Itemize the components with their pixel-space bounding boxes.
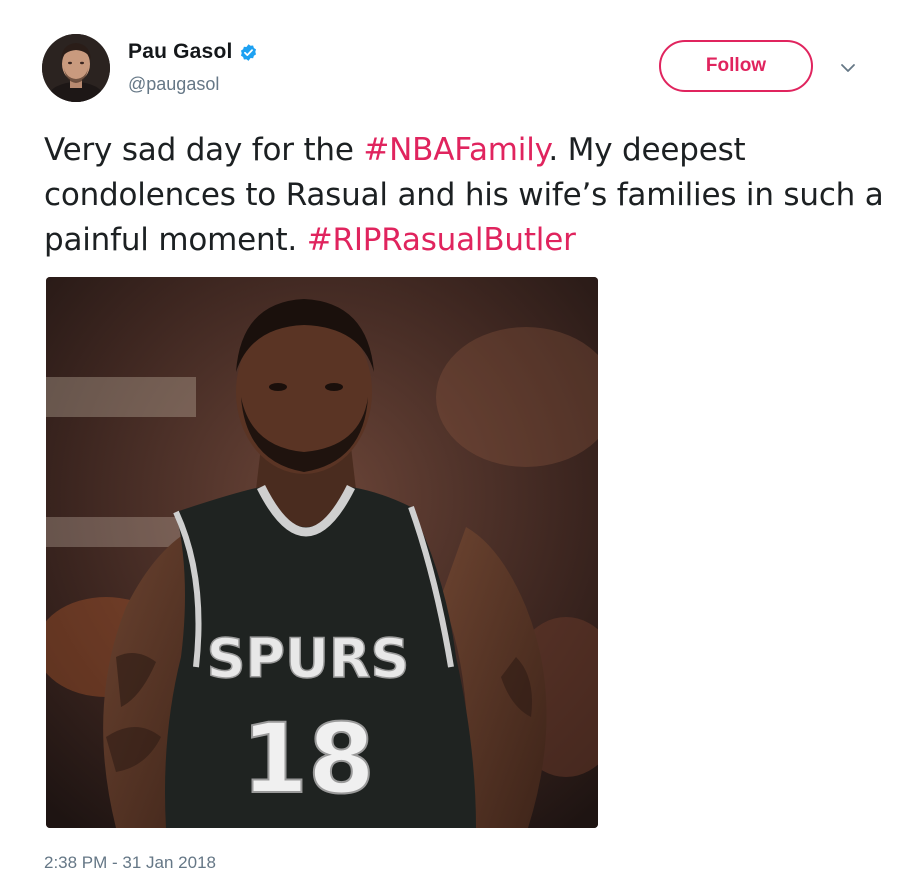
tweet-media-image[interactable]: SPURS 18 (46, 277, 598, 828)
verified-badge-icon (239, 43, 258, 62)
author-name-row[interactable]: Pau Gasol (128, 40, 258, 64)
tweet-text-segment: Very sad day for the (44, 132, 364, 168)
tweet-timestamp[interactable]: 2:38 PM - 31 Jan 2018 (44, 853, 216, 873)
avatar[interactable] (42, 34, 110, 102)
hashtag-link[interactable]: #NBAFamily (363, 132, 548, 168)
follow-button[interactable]: Follow (659, 40, 813, 92)
jersey-number-text: 18 (241, 703, 375, 815)
tweet-card: Pau Gasol @paugasol Follow Very sad day … (0, 0, 920, 887)
chevron-down-icon[interactable] (836, 56, 860, 80)
hashtag-link[interactable]: #RIPRasualButler (307, 222, 576, 258)
author-handle[interactable]: @paugasol (128, 74, 219, 95)
author-display-name[interactable]: Pau Gasol (128, 40, 233, 64)
jersey-team-text: SPURS (207, 627, 410, 690)
tweet-text: Very sad day for the #NBAFamily. My deep… (44, 128, 884, 263)
user-avatar-icon (42, 34, 110, 102)
basketball-player-photo: SPURS 18 (46, 277, 598, 828)
